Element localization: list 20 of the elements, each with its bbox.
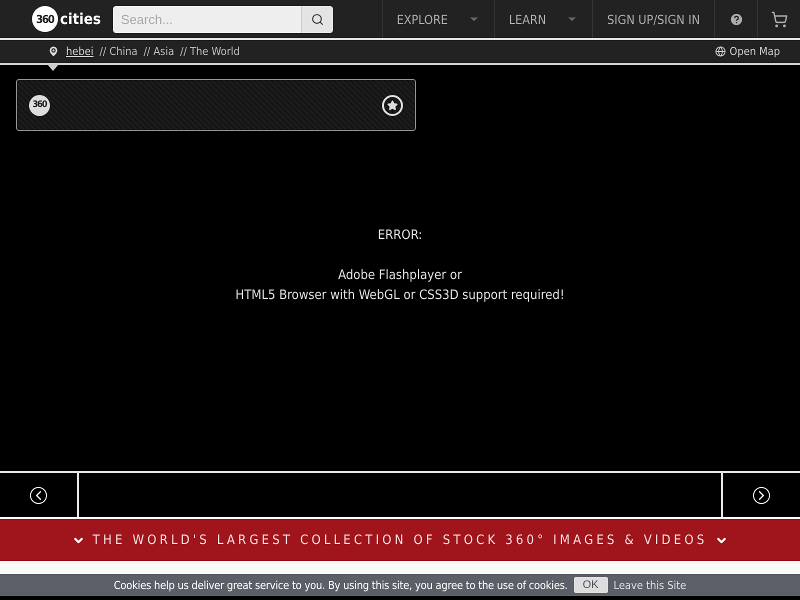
cookie-message: Cookies help us deliver great service to you. By using this site, you agree to the use of cookies. [114,578,568,592]
ok-button[interactable]: OK [574,577,608,593]
banner-text: THE WORLD'S LARGEST COLLECTION OF STOCK 360° IMAGES & VIDEOS [92,532,708,548]
open-map-link[interactable]: Open Map [714,45,780,58]
search-field[interactable]: Search... [112,6,301,32]
open-map-label[interactable]: Open Map [730,45,780,58]
error-message: Adobe Flashplayer or HTML5 Browser with WebGL or CSS3D support required! [235,266,565,304]
nav-link[interactable]: SIGN UP/SIGN IN [592,0,714,38]
breadcrumb-text: // Asia [144,45,174,58]
promo-banner[interactable]: THE WORLD'S LARGEST COLLECTION OF STOCK 360° IMAGES & VIDEOS [0,517,800,561]
logo-badge: 360 [29,94,50,116]
nav-dropdown[interactable]: LEARN [494,0,592,38]
breadcrumb-link[interactable]: hebei [66,45,94,58]
leave-site-link[interactable]: Leave this Site [614,578,686,592]
error-title: ERROR: [378,226,422,244]
breadcrumb-text: // China [100,45,138,58]
logo-text[interactable]: cities [60,10,101,28]
breadcrumb-text: // The World [180,45,240,58]
logo-badge[interactable]: 360 [32,6,58,32]
nav-dropdown[interactable]: EXPLORE [382,0,494,38]
